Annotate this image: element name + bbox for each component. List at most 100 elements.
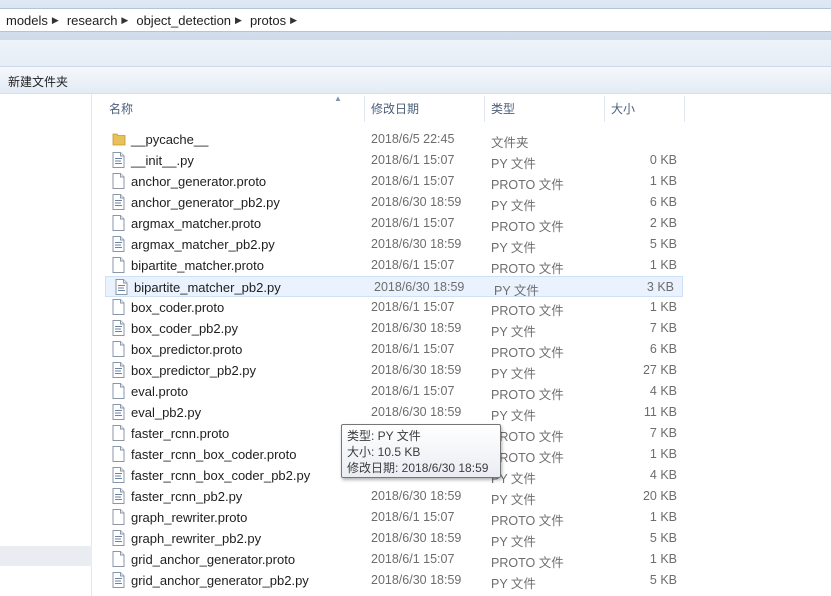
file-row[interactable]: bipartite_matcher_pb2.py 2018/6/30 18:59 P… — [105, 276, 683, 298]
file-name: box_coder.proto — [131, 300, 225, 315]
py-file-icon — [112, 572, 125, 588]
file-row[interactable]: argmax_matcher.proto 2018/6/1 15:07 PROTO … — [103, 213, 685, 234]
file-date: 2018/6/5 22:45 — [371, 132, 455, 146]
file-list: __pycache__ 2018/6/5 22:45 文件夹 __init__.py 2… — [103, 129, 685, 591]
file-type: PROTO 文件 — [491, 346, 564, 360]
file-size: 5 KB — [649, 237, 677, 251]
menu-strip — [0, 40, 831, 66]
file-date: 2018/6/1 15:07 — [371, 258, 455, 272]
nav-selected-item[interactable] — [0, 546, 92, 566]
file-size: 4 KB — [649, 384, 677, 398]
file-name: faster_rcnn.proto — [131, 426, 230, 441]
file-type: PY 文件 — [491, 325, 536, 339]
file-size: 3 KB — [646, 280, 674, 294]
column-type[interactable]: 类型 — [485, 96, 605, 122]
proto-file-icon — [112, 341, 125, 357]
proto-file-icon — [112, 383, 125, 399]
file-row[interactable]: box_coder_pb2.py 2018/6/30 18:59 PY 文件 7 KB — [103, 318, 685, 339]
py-file-icon — [115, 279, 128, 295]
file-date: 2018/6/30 18:59 — [371, 531, 462, 545]
file-row[interactable]: bipartite_matcher.proto 2018/6/1 15:07 PRO… — [103, 255, 685, 276]
file-name: box_predictor_pb2.py — [131, 363, 257, 378]
file-row[interactable]: argmax_matcher_pb2.py 2018/6/30 18:59 PY 文… — [103, 234, 685, 255]
py-file-icon — [112, 530, 125, 546]
file-type: PROTO 文件 — [491, 304, 564, 318]
tooltip-size: 大小: 10.5 KB — [347, 445, 421, 459]
file-row[interactable]: graph_rewriter.proto 2018/6/1 15:07 PROTO … — [103, 507, 685, 528]
file-name: box_coder_pb2.py — [131, 321, 238, 336]
file-row[interactable]: box_predictor.proto 2018/6/1 15:07 PROTO 文… — [103, 339, 685, 360]
file-name: box_predictor.proto — [131, 342, 243, 357]
file-date: 2018/6/1 15:07 — [371, 300, 455, 314]
breadcrumb-protos[interactable]: protos — [244, 13, 290, 28]
file-row[interactable]: eval.proto 2018/6/1 15:07 PROTO 文件 4 KB — [103, 381, 685, 402]
file-size: 1 KB — [649, 300, 677, 314]
breadcrumb-research[interactable]: research — [61, 13, 122, 28]
file-name: bipartite_matcher_pb2.py — [134, 280, 281, 295]
file-date: 2018/6/1 15:07 — [371, 174, 455, 188]
file-type: PY 文件 — [491, 367, 536, 381]
column-size[interactable]: 大小 — [605, 96, 685, 122]
proto-file-icon — [112, 173, 125, 189]
file-row[interactable]: anchor_generator.proto 2018/6/1 15:07 PROT… — [103, 171, 685, 192]
new-folder-button[interactable]: 新建文件夹 — [8, 73, 68, 90]
file-size: 6 KB — [649, 342, 677, 356]
file-size: 0 KB — [649, 153, 677, 167]
file-row[interactable]: __pycache__ 2018/6/5 22:45 文件夹 — [103, 129, 685, 150]
chevron-right-icon[interactable]: ▶ — [235, 15, 242, 26]
file-row[interactable]: __init__.py 2018/6/1 15:07 PY 文件 0 KB — [103, 150, 685, 171]
file-row[interactable]: faster_rcnn_pb2.py 2018/6/30 18:59 PY 文件 20… — [103, 486, 685, 507]
file-size: 1 KB — [649, 552, 677, 566]
chevron-right-icon[interactable]: ▶ — [52, 15, 59, 26]
py-file-icon — [112, 404, 125, 420]
file-date: 2018/6/30 18:59 — [371, 321, 462, 335]
tooltip-date: 修改日期: 2018/6/30 18:59 — [347, 461, 489, 475]
file-size: 5 KB — [649, 531, 677, 545]
file-name: faster_rcnn_pb2.py — [131, 489, 243, 504]
navigation-pane[interactable] — [0, 94, 92, 596]
py-file-icon — [112, 467, 125, 483]
file-type: 文件夹 — [491, 136, 529, 150]
file-name: grid_anchor_generator.proto — [131, 552, 296, 567]
file-type: PY 文件 — [491, 409, 536, 423]
file-row[interactable]: grid_anchor_generator_pb2.py 2018/6/30 18… — [103, 570, 685, 591]
file-type: PY 文件 — [491, 157, 536, 171]
file-name: grid_anchor_generator_pb2.py — [131, 573, 309, 588]
column-name[interactable]: 名称 — [103, 96, 365, 122]
proto-file-icon — [112, 551, 125, 567]
file-type: PROTO 文件 — [491, 451, 564, 465]
file-type: PY 文件 — [491, 241, 536, 255]
file-date: 2018/6/1 15:07 — [371, 510, 455, 524]
column-date[interactable]: 修改日期 — [365, 96, 485, 122]
file-name: bipartite_matcher.proto — [131, 258, 264, 273]
file-name: graph_rewriter_pb2.py — [131, 531, 262, 546]
file-row[interactable]: grid_anchor_generator.proto 2018/6/1 15:0… — [103, 549, 685, 570]
proto-file-icon — [112, 425, 125, 441]
file-date: 2018/6/1 15:07 — [371, 216, 455, 230]
proto-file-icon — [112, 509, 125, 525]
file-type: PROTO 文件 — [491, 430, 564, 444]
file-date: 2018/6/30 18:59 — [371, 363, 462, 377]
file-size: 1 KB — [649, 258, 677, 272]
proto-file-icon — [112, 215, 125, 231]
file-type: PROTO 文件 — [491, 178, 564, 192]
file-type: PROTO 文件 — [491, 262, 564, 276]
file-date: 2018/6/1 15:07 — [371, 342, 455, 356]
file-row[interactable]: anchor_generator_pb2.py 2018/6/30 18:59 PY… — [103, 192, 685, 213]
file-row[interactable]: graph_rewriter_pb2.py 2018/6/30 18:59 PY 文… — [103, 528, 685, 549]
chevron-right-icon[interactable]: ▶ — [290, 15, 297, 26]
file-row[interactable]: box_coder.proto 2018/6/1 15:07 PROTO 文件 1 K… — [103, 297, 685, 318]
file-type: PY 文件 — [491, 199, 536, 213]
breadcrumb-object-detection[interactable]: object_detection — [130, 13, 235, 28]
file-name: __pycache__ — [131, 132, 209, 147]
breadcrumb[interactable]: models ▶ research ▶ object_detection ▶ p… — [0, 8, 831, 32]
file-name: eval_pb2.py — [131, 405, 202, 420]
file-size: 1 KB — [649, 510, 677, 524]
chevron-right-icon[interactable]: ▶ — [121, 15, 128, 26]
file-row[interactable]: box_predictor_pb2.py 2018/6/30 18:59 PY 文件… — [103, 360, 685, 381]
breadcrumb-models[interactable]: models — [0, 13, 52, 28]
file-size: 1 KB — [649, 447, 677, 461]
file-name: eval.proto — [131, 384, 189, 399]
py-file-icon — [112, 236, 125, 252]
file-row[interactable]: eval_pb2.py 2018/6/30 18:59 PY 文件 11 KB — [103, 402, 685, 423]
